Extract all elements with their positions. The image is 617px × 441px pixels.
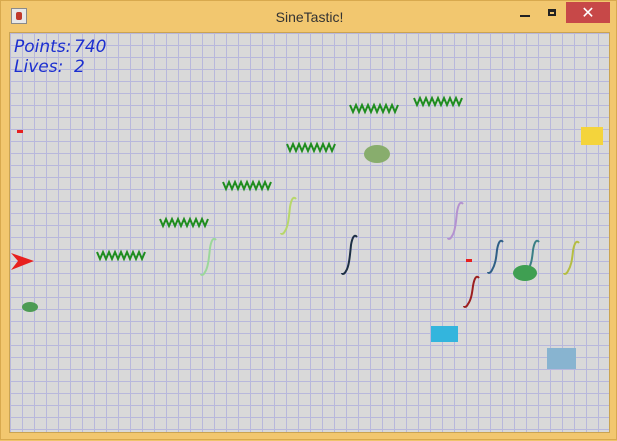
bullet <box>466 259 472 262</box>
zigzag-enemy <box>159 216 209 229</box>
blob-enemy <box>22 302 38 312</box>
lightblue-block <box>547 348 576 369</box>
bullet <box>17 130 23 133</box>
player-ship <box>11 253 34 270</box>
integral-enemy <box>487 239 504 274</box>
game-window: SineTastic! ✕ Points: 740 Lives: 2 <box>0 0 617 440</box>
zigzag-enemy <box>222 179 272 192</box>
blue-block <box>431 326 458 342</box>
integral-enemy <box>280 196 297 235</box>
integral-enemy <box>563 240 580 275</box>
integral-enemy <box>447 201 464 240</box>
yellow-square <box>581 127 603 145</box>
integral-enemy <box>200 237 217 276</box>
blob-enemy <box>513 265 537 281</box>
zigzag-enemy <box>286 141 336 154</box>
blob-enemy <box>364 145 390 163</box>
game-entities <box>11 95 603 369</box>
zigzag-enemy <box>413 95 463 108</box>
integral-enemy <box>341 234 358 275</box>
integral-enemy <box>463 275 480 308</box>
zigzag-enemy <box>96 249 146 262</box>
zigzag-enemy <box>349 102 399 115</box>
